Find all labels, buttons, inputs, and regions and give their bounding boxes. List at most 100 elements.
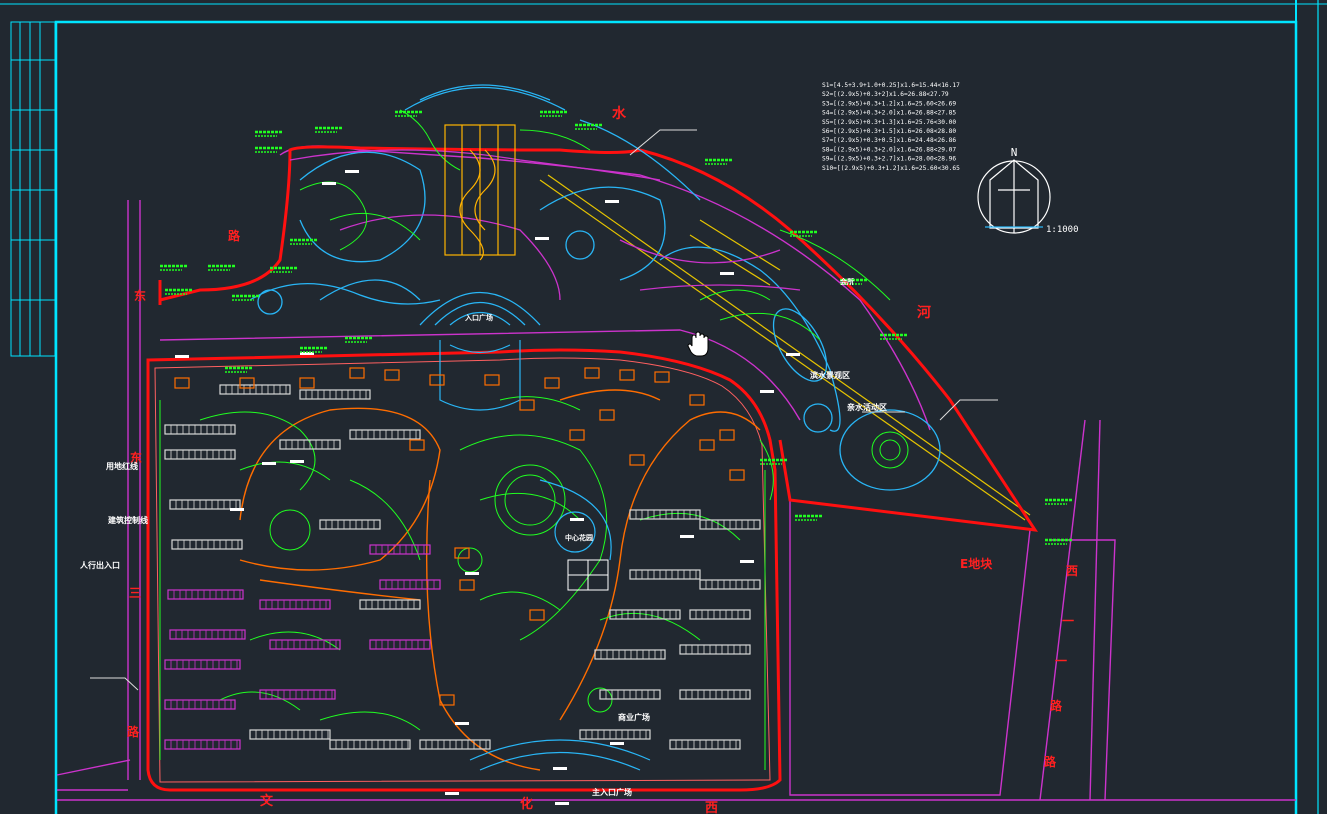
plot-label: E地块: [960, 556, 993, 571]
annotation-tag: [322, 182, 336, 185]
cad-viewport[interactable]: N 1:1000 S1=[4.5+3.9+1.0+0.25]x1.6=15.44…: [0, 0, 1327, 814]
east-road-char-3: 一: [1055, 654, 1067, 668]
villa-unit: [619, 369, 635, 381]
annotation-tag: [230, 508, 244, 511]
annotation-tag: [175, 355, 189, 358]
north-arrow-icon: [977, 159, 1051, 234]
building-block: [169, 499, 241, 510]
south-road-char-3: 西: [705, 801, 718, 814]
villa-unit: [729, 469, 745, 481]
west-road-char-4: 路: [127, 724, 140, 739]
building-block: [679, 644, 751, 655]
site-label-park-1: 滨水景观区: [810, 370, 850, 380]
annotation-tag: [455, 722, 469, 725]
building-block: [164, 449, 236, 460]
annotation-tag: [610, 742, 624, 745]
formula-line: S1=[4.5+3.9+1.0+0.25]x1.6=15.44<16.17: [822, 82, 960, 89]
site-boundary: [146, 145, 1039, 792]
villa-unit: [429, 374, 445, 386]
north-park-vegetation: [299, 109, 909, 501]
building-block: [669, 739, 741, 750]
cad-drawing-canvas[interactable]: N 1:1000 S1=[4.5+3.9+1.0+0.25]x1.6=15.44…: [0, 0, 1327, 814]
annotation-tag: [445, 792, 459, 795]
annotation-tag: [290, 460, 304, 463]
annotation-tag: [786, 353, 800, 356]
building-block: [164, 699, 236, 710]
formula-line: S10=[(2.9x5)+0.3+1.2]x1.6=25.60<30.65: [822, 165, 960, 172]
west-road-char-1: 东: [134, 288, 146, 303]
annotation-tag: [740, 560, 754, 563]
villa-unit: [569, 429, 585, 441]
site-label-central-garden: 中心花园: [565, 533, 593, 542]
villa-unit: [409, 439, 425, 451]
building-block: [164, 659, 241, 670]
villa-unit: [689, 394, 705, 406]
annotation-tag: [680, 535, 694, 538]
south-road-char-1: 文: [260, 793, 274, 809]
formula-block: S1=[4.5+3.9+1.0+0.25]x1.6=15.44<16.17 S2=…: [822, 82, 960, 172]
villa-unit: [519, 399, 535, 411]
annotation-tag: [570, 518, 584, 521]
formula-line: S7=[(2.9x5)+0.3+0.5]x1.6=24.48<26.86: [822, 137, 956, 144]
formula-line: S9=[(2.9x5)+0.3+2.7]x1.6=28.00<28.96: [822, 156, 956, 163]
villa-unit: [299, 377, 315, 389]
villa-unit: [544, 377, 560, 389]
drawing-frame: [0, 0, 1327, 814]
villa-unit: [239, 377, 255, 389]
formula-line: S4=[(2.9x5)+0.3+2.0]x1.6=26.88<27.85: [822, 110, 956, 117]
building-block: [164, 424, 236, 435]
building-block: [164, 739, 241, 750]
villa-unit: [584, 367, 600, 379]
villa-unit: [454, 547, 470, 559]
annotation-tag: [345, 170, 359, 173]
annotation-tag: [262, 462, 276, 465]
red-label-north: 路: [228, 228, 241, 243]
north-park-purple: [289, 149, 801, 301]
annotation-tag: [605, 200, 619, 203]
residential-paths: [239, 389, 761, 771]
formula-line: S3=[(2.9x5)+0.3+1.2]x1.6=25.60<26.69: [822, 100, 956, 107]
site-label-south-square: 商业广场: [618, 712, 650, 722]
annotation-tag: [535, 237, 549, 240]
formula-line: S5=[(2.9x5)+0.3+1.3]x1.6=25.76<30.00: [822, 119, 956, 126]
building-block: [679, 689, 751, 700]
annotation-tag: [720, 272, 734, 275]
annotation-tag: [465, 572, 479, 575]
annotation-tag: [760, 390, 774, 393]
annotation-tag: [555, 802, 569, 805]
west-road-char-3: 三: [129, 586, 141, 600]
north-arrow-label: N: [1011, 146, 1018, 159]
central-spine: [444, 124, 516, 261]
villa-unit: [719, 429, 735, 441]
building-block: [629, 569, 701, 580]
building-block: [299, 389, 371, 400]
building-block: [269, 639, 341, 650]
label-setback-line: 建筑控制线: [107, 515, 148, 525]
east-road-char-2: 一: [1062, 614, 1074, 628]
legend-column: [10, 21, 56, 357]
south-road-char-2: 化: [520, 796, 533, 812]
villa-unit: [599, 409, 615, 421]
residential-green: [159, 396, 766, 770]
villa-unit: [384, 369, 400, 381]
villa-unit: [529, 609, 545, 621]
label-boundary-line: 用地红线: [105, 461, 138, 471]
building-block: [259, 599, 331, 610]
building-block: [594, 649, 666, 660]
site-label-main-gate: 主入口广场: [592, 787, 632, 797]
label-entrance: 人行出入口: [80, 560, 120, 570]
building-block: [579, 729, 651, 740]
villa-unit: [699, 439, 715, 451]
site-label-clubhouse: 会所: [840, 277, 854, 286]
central-garden: [439, 340, 651, 771]
villa-unit: [174, 377, 190, 389]
road-network: [56, 145, 1296, 801]
building-block: [171, 539, 243, 550]
east-road-char-1: 西: [1066, 564, 1078, 578]
scale-label: 1:1000: [1046, 225, 1079, 235]
site-label-north-plaza: 入口广场: [464, 313, 493, 322]
villa-unit: [484, 374, 500, 386]
annotation-tag: [553, 767, 567, 770]
villa-unit: [349, 367, 365, 379]
villa-unit: [654, 371, 670, 383]
